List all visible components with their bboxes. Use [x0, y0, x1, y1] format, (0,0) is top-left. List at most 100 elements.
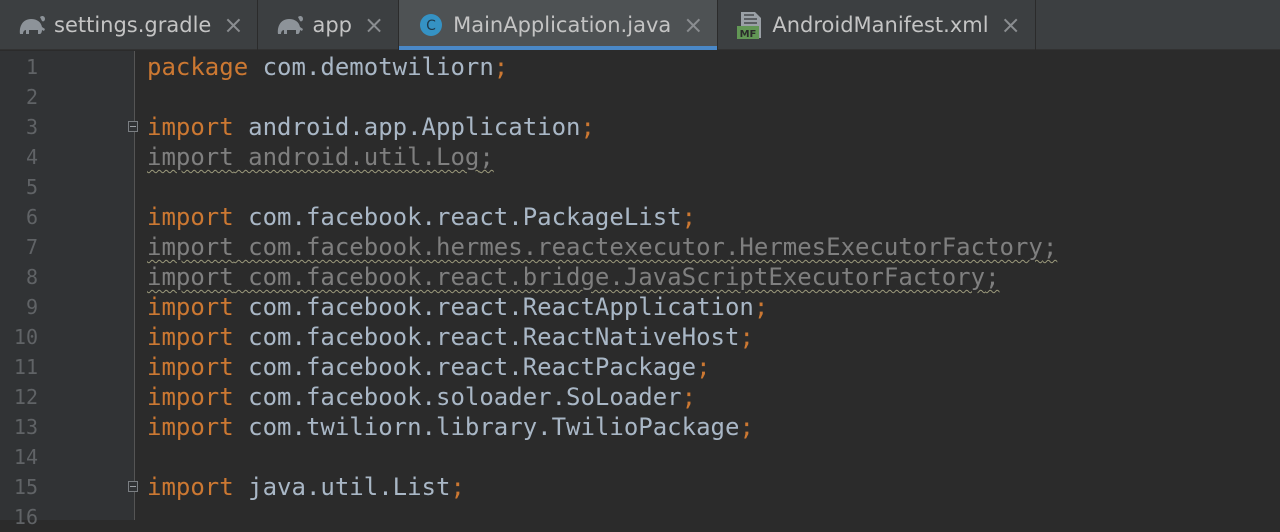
keyword: import — [147, 383, 234, 411]
line-number: 5 — [25, 175, 38, 199]
java-class-icon-letter: C — [426, 18, 436, 34]
tab-label: settings.gradle — [54, 13, 212, 37]
code-line[interactable]: 11 import com.facebook.react.ReactPackage… — [0, 352, 1280, 382]
tab-label: AndroidManifest.xml — [772, 13, 989, 37]
unused-import-statement: import android.util.Log; — [147, 142, 494, 172]
keyword: import — [147, 233, 234, 261]
gradle-elephant-icon — [274, 11, 306, 39]
code-statement: import com.facebook.react.ReactApplicati… — [147, 292, 768, 322]
code-line[interactable]: 1 package com.demotwiliorn; — [0, 52, 1280, 82]
tab-label: MainApplication.java — [453, 13, 672, 37]
tab-app[interactable]: app × — [258, 0, 400, 50]
code-editor[interactable]: 1 package com.demotwiliorn; 2 3 import andro… — [0, 51, 1280, 529]
semicolon: ; — [696, 353, 711, 381]
code-line[interactable]: 13 import com.twiliorn.library.TwilioPack… — [0, 412, 1280, 442]
manifest-file-icon: MF — [734, 11, 766, 40]
code-line[interactable]: 4 import android.util.Log; — [0, 142, 1280, 172]
identifier: com.facebook.react.bridge.JavaScriptExec… — [233, 263, 986, 291]
code-line[interactable]: 8 import com.facebook.react.bridge.JavaSc… — [0, 262, 1280, 292]
code-line[interactable]: 3 import android.app.Application; — [0, 112, 1280, 142]
code-statement: import com.facebook.soloader.SoLoader; — [147, 382, 696, 412]
line-number: 15 — [13, 475, 38, 499]
keyword: import — [147, 293, 234, 321]
code-line[interactable]: 9 import com.facebook.react.ReactApplicat… — [0, 292, 1280, 322]
close-icon[interactable]: × — [223, 13, 243, 37]
identifier: com.facebook.react.PackageList — [233, 203, 682, 231]
code-line[interactable]: 6 import com.facebook.react.PackageList; — [0, 202, 1280, 232]
code-line[interactable]: 14 — [0, 442, 1280, 472]
line-number: 6 — [25, 205, 38, 229]
line-number: 3 — [25, 115, 38, 139]
code-statement: import com.facebook.react.ReactPackage; — [147, 352, 711, 382]
semicolon: ; — [450, 473, 465, 501]
keyword: import — [147, 113, 234, 141]
line-number: 12 — [13, 385, 38, 409]
identifier: com.facebook.react.ReactApplication — [233, 293, 754, 321]
editor-tab-bar: settings.gradle × app × C MainApplicatio… — [0, 0, 1280, 50]
code-line[interactable]: 5 — [0, 172, 1280, 202]
semicolon: ; — [493, 53, 509, 81]
line-number: 14 — [13, 445, 38, 469]
code-statement: import com.twiliorn.library.TwilioPackag… — [147, 412, 754, 442]
code-statement: import android.app.Application; — [147, 112, 595, 142]
code-line[interactable]: 2 — [0, 82, 1280, 112]
keyword: import — [147, 263, 234, 291]
code-line[interactable]: 16 — [0, 502, 1280, 532]
line-number: 9 — [25, 295, 38, 319]
unused-import-statement: import com.facebook.hermes.reactexecutor… — [147, 232, 1057, 262]
manifest-file-icon-label: MF — [740, 29, 757, 40]
keyword: import — [147, 473, 234, 501]
identifier: java.util.List — [233, 473, 451, 501]
line-number: 16 — [13, 505, 38, 529]
code-line[interactable]: 12 import com.facebook.soloader.SoLoader; — [0, 382, 1280, 412]
semicolon: ; — [479, 143, 494, 171]
code-statement: import com.facebook.react.PackageList; — [147, 202, 696, 232]
semicolon: ; — [753, 293, 769, 321]
fold-marker-icon[interactable] — [128, 121, 138, 132]
tab-label: app — [312, 13, 352, 37]
tab-settings-gradle[interactable]: settings.gradle × — [0, 0, 259, 50]
fold-marker-icon[interactable] — [128, 481, 138, 492]
semicolon: ; — [580, 113, 595, 141]
semicolon: ; — [681, 203, 697, 231]
code-statement: import com.facebook.react.ReactNativeHos… — [147, 322, 754, 352]
line-number: 10 — [13, 325, 38, 349]
line-number: 2 — [25, 85, 38, 109]
identifier: com.facebook.soloader.SoLoader — [233, 383, 682, 411]
code-statement: import java.util.List; — [147, 472, 465, 502]
identifier: com.facebook.hermes.reactexecutor.Hermes… — [233, 233, 1043, 261]
line-number: 1 — [25, 55, 38, 79]
close-icon[interactable]: × — [1001, 13, 1021, 37]
identifier: android.app.Application — [233, 113, 581, 141]
code-line[interactable]: 15 import java.util.List; — [0, 472, 1280, 502]
identifier: com.facebook.react.ReactPackage — [233, 353, 697, 381]
code-line[interactable]: 10 import com.facebook.react.ReactNativeH… — [0, 322, 1280, 352]
identifier: com.demotwiliorn — [248, 53, 494, 81]
code-statement: package com.demotwiliorn; — [147, 52, 508, 82]
semicolon: ; — [1042, 233, 1058, 261]
keyword: import — [147, 413, 234, 441]
line-number: 8 — [25, 265, 38, 289]
semicolon: ; — [985, 263, 1000, 291]
line-number: 13 — [13, 415, 38, 439]
identifier: android.util.Log — [233, 143, 480, 171]
unused-import-statement: import com.facebook.react.bridge.JavaScr… — [147, 262, 1000, 292]
gradle-elephant-icon — [16, 11, 48, 39]
keyword: package — [147, 53, 249, 81]
close-icon[interactable]: × — [683, 13, 703, 37]
semicolon: ; — [681, 383, 697, 411]
tab-android-manifest-xml[interactable]: MF AndroidManifest.xml × — [718, 0, 1036, 50]
java-class-icon: C — [415, 11, 447, 39]
keyword: import — [147, 353, 234, 381]
line-number: 11 — [13, 355, 38, 379]
code-line[interactable]: 7 import com.facebook.hermes.reactexecuto… — [0, 232, 1280, 262]
close-icon[interactable]: × — [364, 13, 384, 37]
semicolon: ; — [739, 413, 754, 441]
semicolon: ; — [739, 323, 754, 351]
line-number: 4 — [25, 145, 38, 169]
keyword: import — [147, 323, 234, 351]
tab-main-application-java[interactable]: C MainApplication.java × — [399, 0, 719, 50]
identifier: com.twiliorn.library.TwilioPackage — [233, 413, 740, 441]
line-number: 7 — [25, 235, 38, 259]
identifier: com.facebook.react.ReactNativeHost — [233, 323, 740, 351]
